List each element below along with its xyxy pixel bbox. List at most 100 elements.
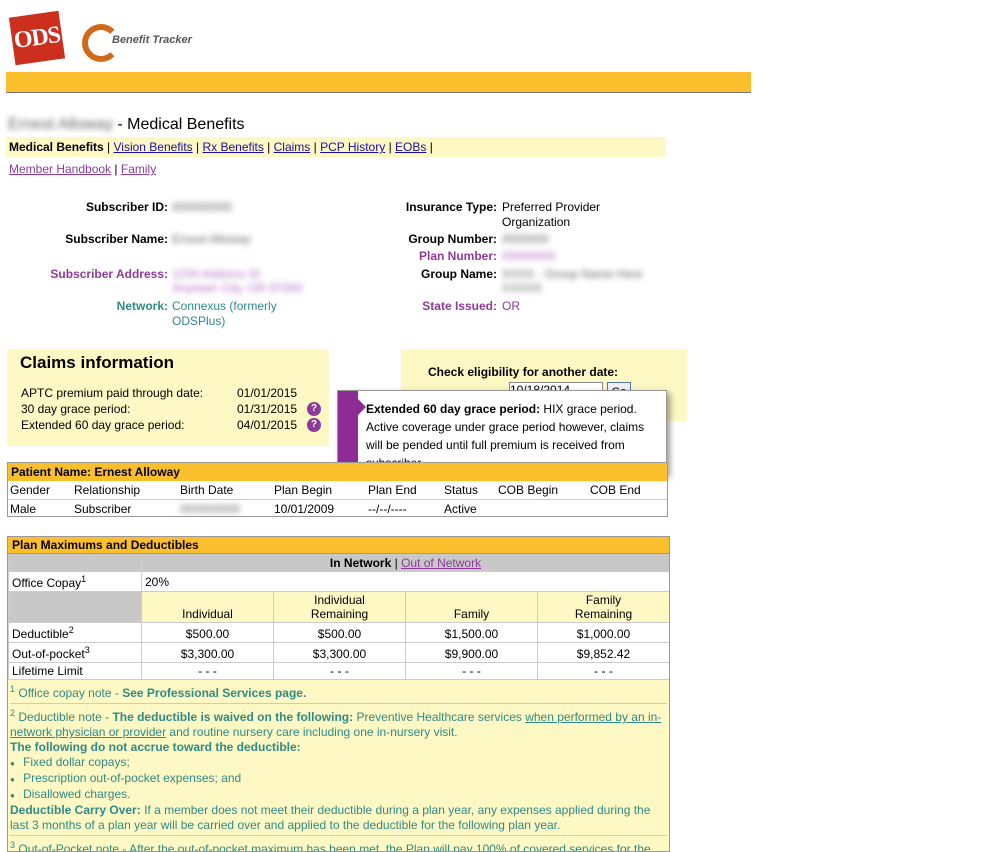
claims-info-title: Claims information [20, 353, 174, 372]
insurance-type-line-1: Preferred Provider [502, 200, 601, 214]
column-header-line: Family [585, 593, 622, 607]
table-cell: $1,500.00 [405, 622, 538, 643]
column-header: COB Begin [498, 483, 559, 497]
out-of-pocket-label: Out-of-pocket3 [8, 642, 142, 663]
address-line-1: 1234 Address St [172, 267, 261, 281]
member-handbook-link[interactable]: Member Handbook [9, 162, 111, 176]
subscriber-id-label: Subscriber ID: [85, 200, 168, 214]
insurance-type-value: Preferred Provider Organization [502, 200, 600, 230]
network-toggle: In Network | Out of Network [141, 554, 669, 572]
table-cell: Male [10, 502, 37, 516]
claims-row-value: 04/01/2015 [237, 418, 298, 432]
benefit-tabs: Medical Benefits | Vision Benefits | Rx … [6, 137, 666, 157]
claims-info-panel: Claims information APTC premium paid thr… [7, 349, 329, 446]
column-header: Plan End [368, 483, 417, 497]
tab-medical-benefits[interactable]: Medical Benefits [9, 140, 104, 154]
note-text: Preventive Healthcare services [356, 710, 522, 724]
footnote-ref: 1 [81, 574, 87, 584]
subscriber-id-value: 000000000 [172, 200, 233, 214]
note-bold: The deductible is waived on the followin… [112, 710, 354, 724]
benefit-tracker-text: Benefit Tracker [112, 34, 192, 46]
table-cell: Subscriber [74, 502, 132, 516]
network-value-line-2: ODSPlus) [172, 314, 226, 328]
note-bold: Deductible Carry Over: [10, 803, 141, 817]
plan-notes: 1 Office copay note - See Professional S… [8, 680, 669, 852]
patient-columns-row: Gender Relationship Birth Date Plan Begi… [8, 481, 667, 500]
footnote-ref: 1 [10, 684, 16, 694]
office-copay-label: Office Copay1 [8, 571, 142, 592]
table-cell: - - - [405, 662, 538, 680]
column-header-line: Remaining [574, 607, 633, 621]
note-out-of-pocket: 3 Out-of-Pocket note - After the out-of-… [10, 838, 667, 852]
note-office-copay: 1 Office copay note - See Professional S… [10, 682, 667, 704]
subscriber-name-label: Subscriber Name: [65, 232, 168, 246]
column-header: Individual Remaining [273, 591, 406, 623]
benefit-tracker-logo: Benefit Tracker [80, 18, 210, 70]
plan-number-label: Plan Number: [418, 249, 497, 263]
page-title-suffix: - Medical Benefits [117, 116, 245, 133]
non-accrual-list: Fixed dollar copays; Prescription out-of… [10, 755, 667, 803]
family-link[interactable]: Family [121, 162, 156, 176]
table-cell: --/--/---- [368, 502, 407, 516]
footnote-ref: 3 [10, 840, 16, 850]
network-value: Connexus (formerly ODSPlus) [172, 299, 277, 329]
network-label: Network: [116, 299, 168, 313]
plan-maximums-table: In Network | Out of Network Office Copay… [8, 554, 669, 680]
table-cell: - - - [537, 662, 669, 680]
tab-eobs[interactable]: EOBs [395, 140, 426, 154]
network-value-line-1: Connexus (formerly [172, 299, 277, 313]
table-cell: 10/01/2009 [274, 502, 335, 516]
group-name-label: Group Name: [420, 267, 497, 281]
help-icon[interactable]: ? [307, 418, 321, 432]
claims-row-value: 01/31/2015 [237, 402, 298, 416]
subscriber-address-value: 1234 Address St Anytown City, OR 97000 [172, 267, 303, 295]
plan-maximums-header: Plan Maximums and Deductibles [8, 537, 669, 554]
ods-logo: ODS [8, 10, 66, 66]
patient-table: Patient Name: Ernest Alloway Gender Rela… [7, 462, 668, 517]
plan-number-value: 00000000 [502, 249, 556, 263]
group-name-line-2: XXXXX [502, 281, 543, 295]
note-text: Out-of-Pocket note - After the out-of-po… [18, 842, 651, 852]
column-header: COB End [590, 483, 641, 497]
address-line-2: Anytown City, OR 97000 [172, 281, 303, 295]
claims-row-value: 01/01/2015 [237, 386, 298, 400]
help-icon[interactable]: ? [307, 402, 321, 416]
column-header: Gender [10, 483, 51, 497]
table-cell: $500.00 [141, 622, 274, 643]
table-cell: $1,000.00 [537, 622, 669, 643]
sub-links: Member Handbook | Family [9, 162, 157, 176]
state-issued-value: OR [502, 299, 520, 313]
office-copay-text: Office Copay [12, 576, 82, 590]
table-cell: Active [444, 502, 477, 516]
header-bar [6, 72, 751, 93]
footnote-ref: 2 [68, 625, 74, 635]
table-cell: $3,300.00 [141, 642, 274, 663]
insurance-type-label: Insurance Type: [405, 200, 497, 214]
office-copay-value: 20% [141, 571, 669, 592]
tab-pcp-history[interactable]: PCP History [320, 140, 385, 154]
tab-claims[interactable]: Claims [274, 140, 311, 154]
table-cell: $3,300.00 [273, 642, 406, 663]
table-cell [8, 554, 142, 572]
table-cell: $9,900.00 [405, 642, 538, 663]
group-name-value: XXXX - Group Name Here XXXXX [502, 267, 643, 295]
tab-rx-benefits[interactable]: Rx Benefits [202, 140, 263, 154]
member-name: Ernest Alloway [8, 116, 113, 133]
claims-row-aptc: APTC premium paid through date: 01/01/20… [21, 386, 321, 402]
subscriber-address-label: Subscriber Address: [50, 267, 168, 281]
table-cell: $9,852.42 [537, 642, 669, 663]
table-cell [8, 591, 142, 623]
column-header: Individual [141, 591, 274, 623]
tab-vision-benefits[interactable]: Vision Benefits [114, 140, 193, 154]
deductible-label: Deductible2 [8, 622, 142, 643]
table-cell: $500.00 [273, 622, 406, 643]
claims-row-label: Extended 60 day grace period: [21, 418, 185, 432]
in-network-label: In Network [329, 556, 392, 570]
lifetime-limit-label: Lifetime Limit [8, 662, 142, 680]
state-issued-label: State Issued: [422, 299, 497, 313]
note-deductible: 2 Deductible note - The deductible is wa… [10, 706, 667, 836]
column-header: Family [405, 591, 538, 623]
network-separator: | [394, 556, 398, 570]
out-of-network-link[interactable]: Out of Network [401, 556, 481, 570]
footnote-ref: 2 [10, 708, 16, 718]
